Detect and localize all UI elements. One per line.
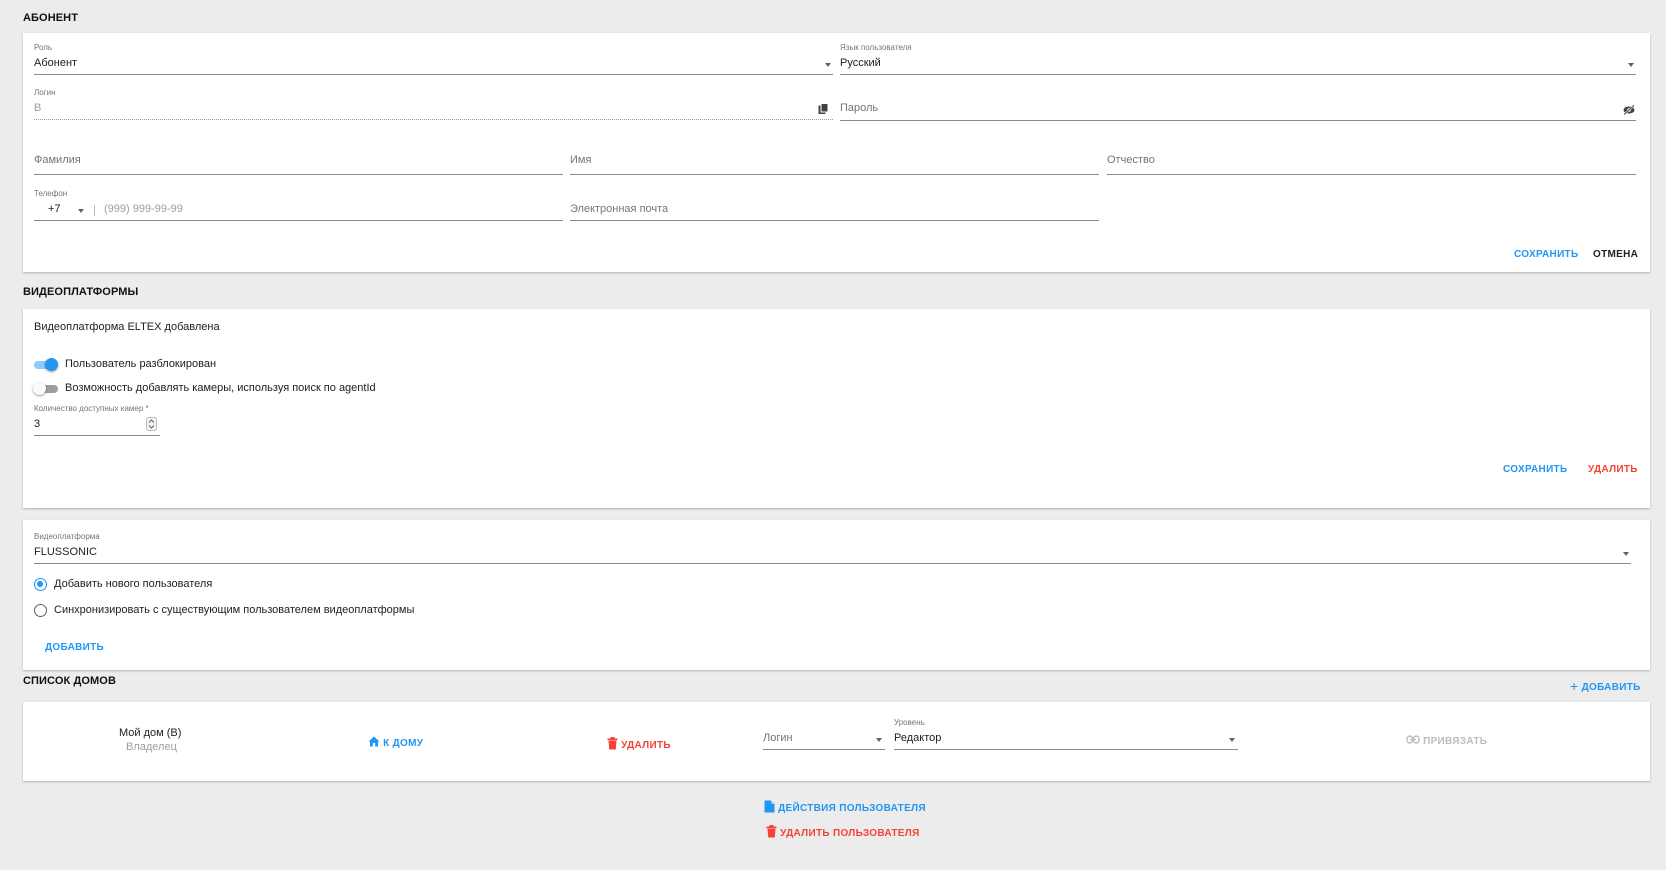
role-select-value[interactable]: Абонент <box>34 57 77 69</box>
radio-add-new-user[interactable] <box>34 578 47 591</box>
delete-house-button[interactable]: УДАЛИТЬ <box>607 735 671 751</box>
language-underline <box>840 74 1636 75</box>
house-card: Мой дом (В) Владелец К ДОМУ УДАЛИТЬ Логи… <box>23 702 1650 781</box>
plus-icon: + <box>1570 678 1579 694</box>
email-field[interactable]: Электронная почта <box>570 203 668 215</box>
house-name: Мой дом (В) <box>119 727 182 739</box>
delete-house-label: УДАЛИТЬ <box>621 740 671 751</box>
phone-divider <box>94 205 95 216</box>
level-chevron-down-icon[interactable] <box>1229 738 1235 742</box>
last-name-field[interactable]: Фамилия <box>34 154 81 166</box>
bind-label: ПРИВЯЗАТЬ <box>1423 736 1488 747</box>
document-icon <box>764 800 775 813</box>
password-field[interactable]: Пароль <box>840 102 878 114</box>
trash-icon <box>607 737 618 750</box>
eltex-heading: Видеоплатформа ELTEX добавлена <box>34 321 220 333</box>
level-label: Уровень <box>894 718 925 727</box>
phone-code-select[interactable]: +7 <box>48 203 61 215</box>
house-login-underline <box>763 749 885 750</box>
house-role: Владелец <box>126 741 177 753</box>
role-chevron-down-icon[interactable] <box>825 63 831 67</box>
email-underline <box>570 220 1099 221</box>
to-house-label: К ДОМУ <box>383 738 424 749</box>
videoplatform-chevron-down-icon[interactable] <box>1623 552 1629 556</box>
first-name-field[interactable]: Имя <box>570 154 591 166</box>
user-actions-label: ДЕЙСТВИЯ ПОЛЬЗОВАТЕЛЯ <box>778 803 926 814</box>
password-underline <box>840 120 1636 121</box>
level-underline <box>894 749 1238 750</box>
phone-underline <box>34 220 563 221</box>
visibility-off-icon[interactable] <box>1623 105 1635 115</box>
middle-name-underline <box>1107 174 1636 175</box>
user-unblocked-toggle-thumb[interactable] <box>45 358 58 371</box>
videoplatforms-section-title: ВИДЕОПЛАТФОРМЫ <box>23 286 139 298</box>
houses-section-title: СПИСОК ДОМОВ <box>23 675 117 687</box>
subscriber-card: Роль Абонент Язык пользователя Русский Л… <box>23 33 1650 272</box>
trash-icon <box>766 825 777 838</box>
radio-sync-existing-user-label[interactable]: Синхронизировать с существующим пользова… <box>54 604 414 616</box>
last-name-underline <box>34 174 563 175</box>
number-stepper-icon[interactable] <box>146 417 157 431</box>
copy-icon[interactable] <box>818 103 829 115</box>
subscriber-cancel-button[interactable]: ОТМЕНА <box>1593 249 1638 260</box>
phone-label: Телефон <box>34 189 68 198</box>
home-icon <box>368 736 380 747</box>
phone-code-chevron-down-icon[interactable] <box>78 209 84 213</box>
phone-input[interactable]: (999) 999-99-99 <box>104 203 183 215</box>
videoplatform-underline <box>34 563 1631 564</box>
add-videoplatform-button[interactable]: ДОБАВИТЬ <box>45 642 104 653</box>
radio-sync-existing-user[interactable] <box>34 604 47 617</box>
language-label: Язык пользователя <box>840 43 912 52</box>
bind-button[interactable]: ПРИВЯЗАТЬ <box>1406 735 1487 747</box>
link-icon <box>1406 735 1420 744</box>
role-label: Роль <box>34 43 53 52</box>
level-select-value[interactable]: Редактор <box>894 732 941 744</box>
login-field[interactable]: В <box>34 102 41 114</box>
language-chevron-down-icon[interactable] <box>1628 63 1634 67</box>
camera-count-label: Количество доступных камер * <box>34 404 149 413</box>
agent-search-label: Возможность добавлять камеры, используя … <box>65 382 376 394</box>
role-underline <box>34 74 833 75</box>
camera-count-underline <box>34 435 160 436</box>
add-house-label: ДОБАВИТЬ <box>1581 682 1641 693</box>
to-house-button[interactable]: К ДОМУ <box>368 735 423 749</box>
house-login-select[interactable]: Логин <box>763 732 793 744</box>
eltex-save-button[interactable]: СОХРАНИТЬ <box>1503 464 1567 475</box>
subscriber-section-title: АБОНЕНТ <box>23 12 79 24</box>
videoplatform-select-value[interactable]: FLUSSONIC <box>34 546 97 558</box>
middle-name-field[interactable]: Отчество <box>1107 154 1155 166</box>
user-actions-button[interactable]: ДЕЙСТВИЯ ПОЛЬЗОВАТЕЛЯ <box>764 798 926 814</box>
radio-add-new-user-label[interactable]: Добавить нового пользователя <box>54 578 212 590</box>
subscriber-save-button[interactable]: СОХРАНИТЬ <box>1514 249 1578 260</box>
add-house-button[interactable]: + ДОБАВИТЬ <box>1570 677 1641 694</box>
house-login-chevron-down-icon[interactable] <box>876 738 882 742</box>
camera-count-input[interactable]: 3 <box>34 418 40 430</box>
user-unblocked-label: Пользователь разблокирован <box>65 358 217 370</box>
login-underline <box>34 119 833 120</box>
new-platform-card: Видеоплатформа FLUSSONIC Добавить нового… <box>23 520 1650 670</box>
eltex-delete-button[interactable]: УДАЛИТЬ <box>1588 464 1638 475</box>
delete-user-button[interactable]: УДАЛИТЬ ПОЛЬЗОВАТЕЛЯ <box>766 823 920 839</box>
agent-search-toggle-thumb[interactable] <box>33 382 46 395</box>
eltex-platform-card: Видеоплатформа ELTEX добавлена Пользоват… <box>23 309 1650 508</box>
first-name-underline <box>570 174 1099 175</box>
login-label: Логин <box>34 88 56 97</box>
language-select-value[interactable]: Русский <box>840 57 881 69</box>
delete-user-label: УДАЛИТЬ ПОЛЬЗОВАТЕЛЯ <box>780 828 920 839</box>
videoplatform-select-label: Видеоплатформа <box>34 532 100 541</box>
